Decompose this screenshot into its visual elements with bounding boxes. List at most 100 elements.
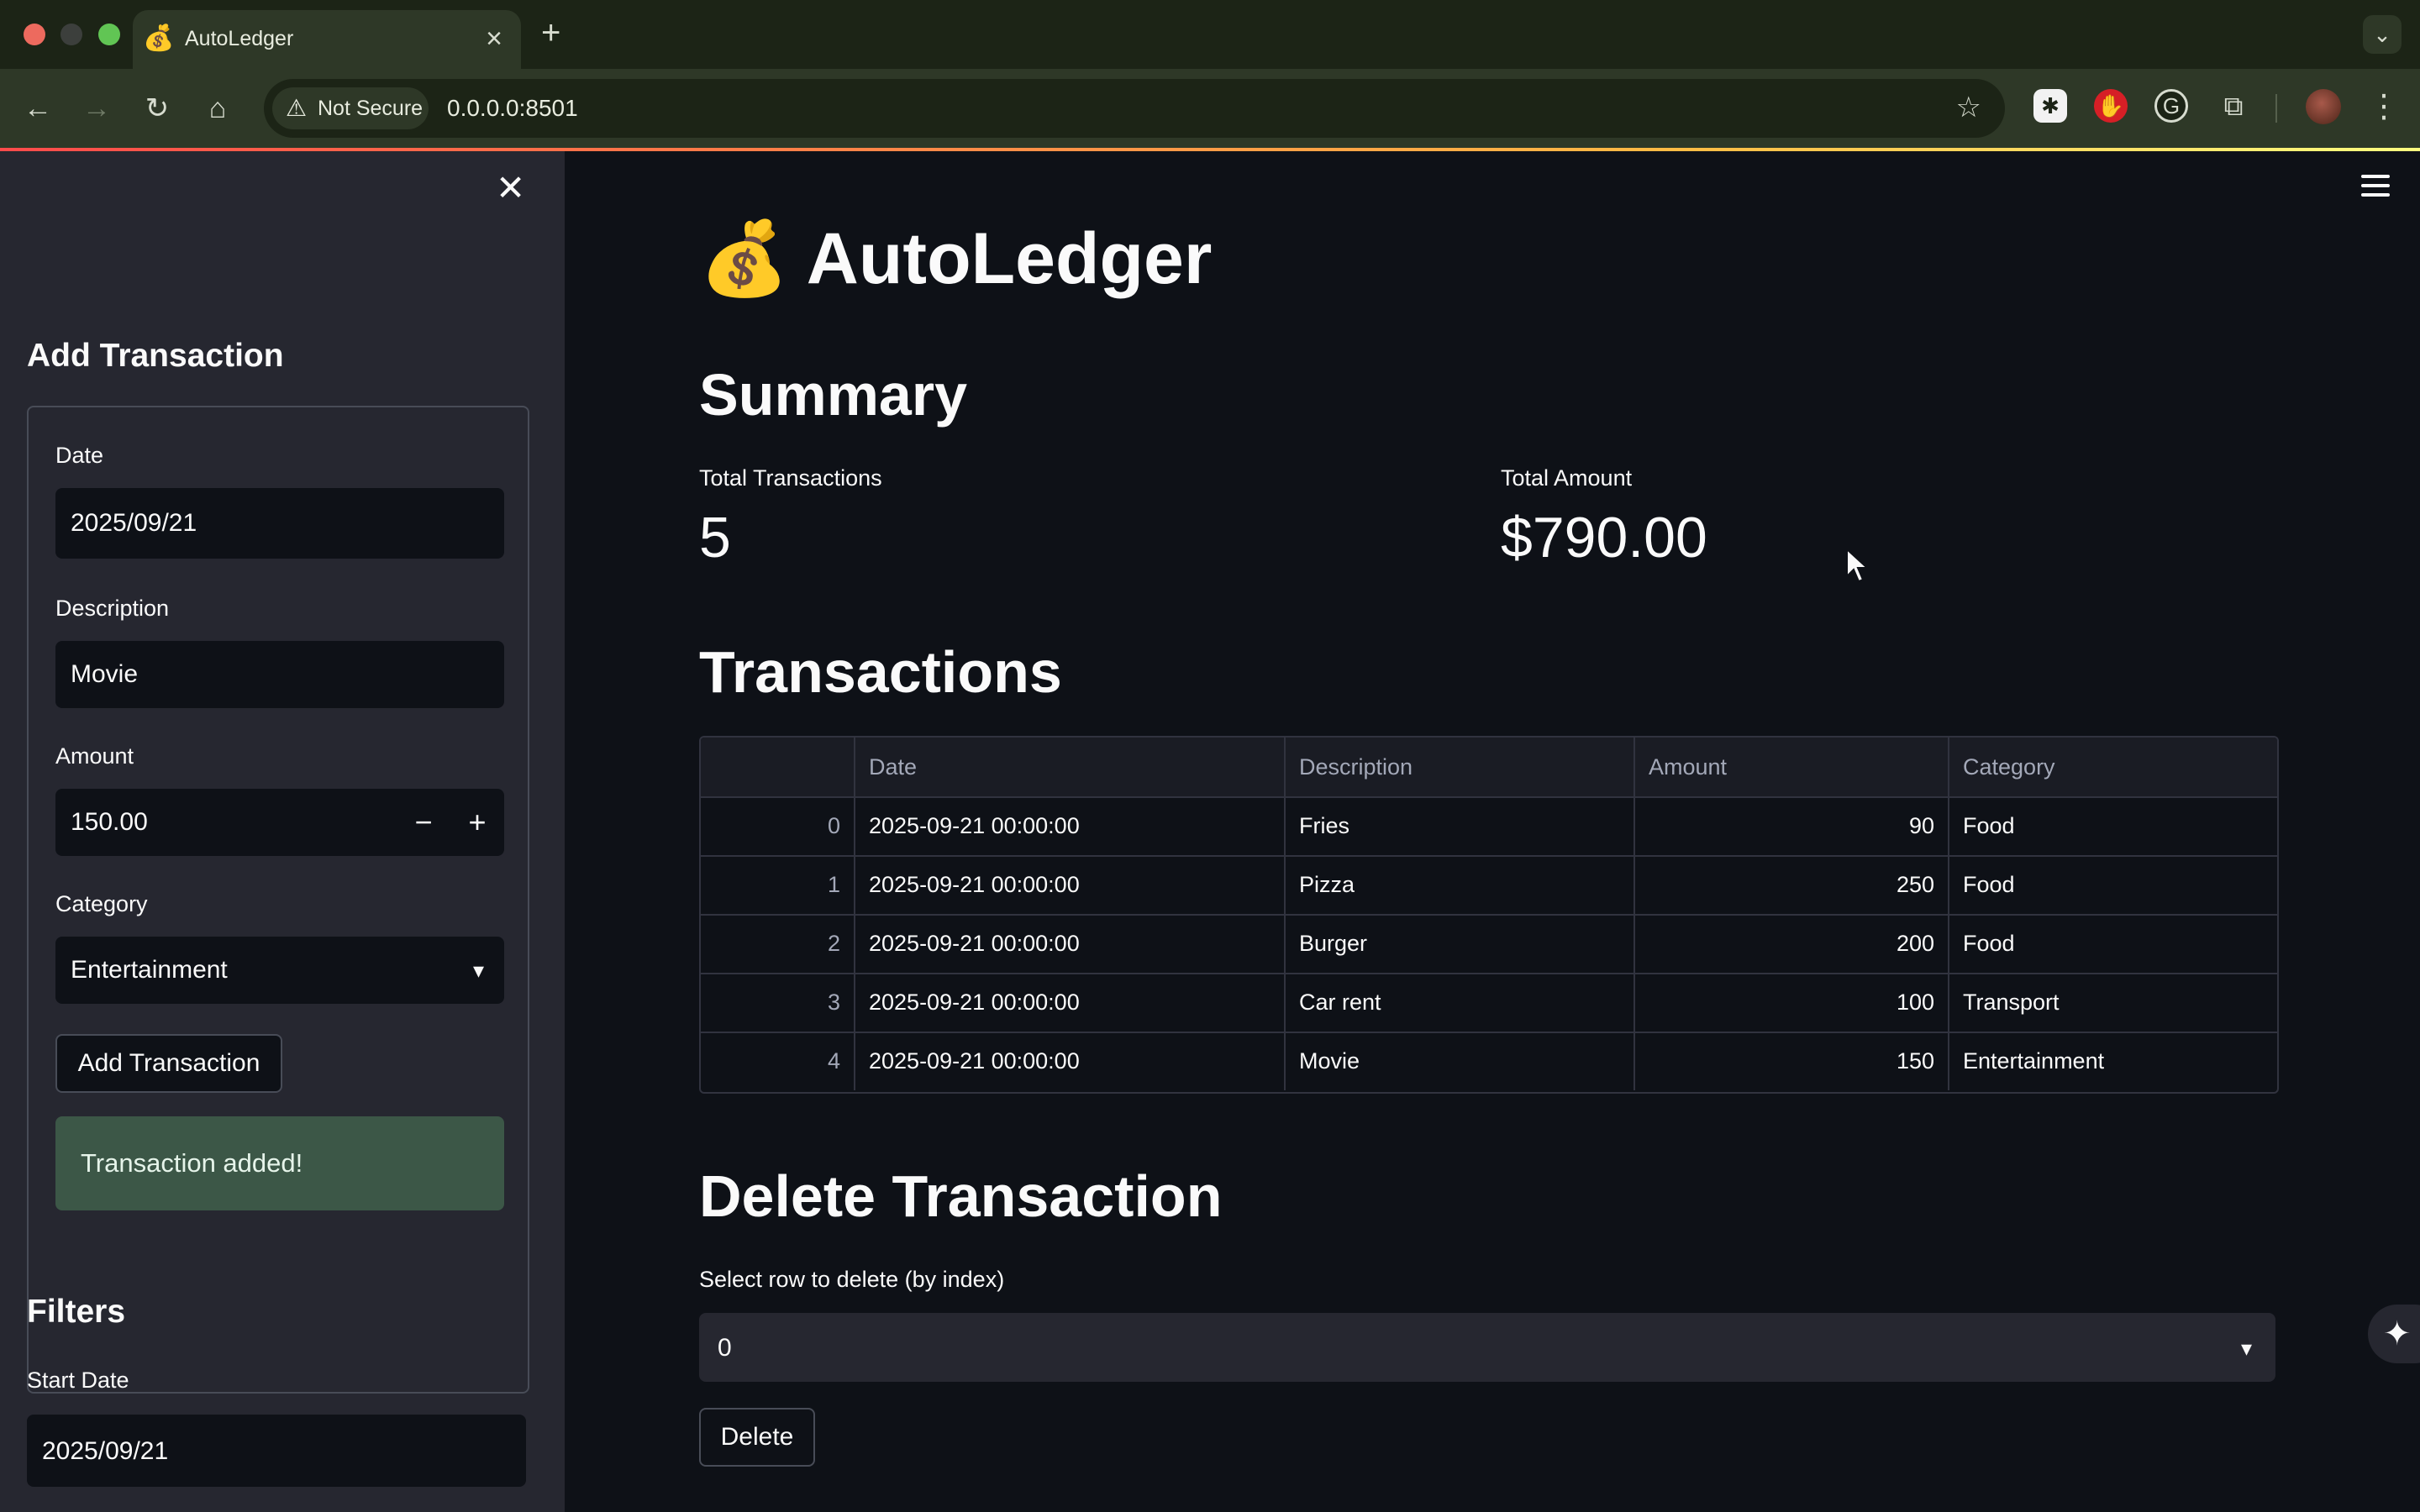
amount-cell[interactable]: 90 [1635,796,1949,855]
description-cell[interactable]: Fries [1286,796,1635,855]
table-row[interactable]: 4 2025-09-21 00:00:00 Movie 150 Entertai… [701,1032,2277,1090]
security-label: Not Secure [318,97,424,120]
start-date-input[interactable]: 2025/09/21 [27,1415,526,1487]
table-row[interactable]: 1 2025-09-21 00:00:00 Pizza 250 Food [701,855,2277,916]
row-index: 2 [701,914,855,973]
toolbar-divider [2275,94,2277,123]
category-cell[interactable]: Food [1949,796,2277,855]
description-cell[interactable]: Car rent [1286,973,1635,1032]
date-input[interactable]: 2025/09/21 [55,488,504,559]
money-bag-icon: 💰 [699,218,790,299]
amount-value: 150.00 [71,808,148,836]
description-cell[interactable]: Burger [1286,914,1635,973]
close-window-button[interactable] [24,24,45,45]
row-index: 0 [701,796,855,855]
amount-cell[interactable]: 150 [1635,1032,1949,1090]
main-menu-icon[interactable] [2361,175,2390,200]
total-transactions-label: Total Transactions [699,465,882,491]
extension-hand-stop-icon[interactable]: ✋ [2094,89,2128,123]
description-value: Movie [71,660,139,688]
address-bar[interactable]: ⚠ Not Secure 0.0.0.0:8501 ☆ [264,79,2005,138]
filters-header: Filters [27,1294,126,1330]
date-cell[interactable]: 2025-09-21 00:00:00 [855,1032,1286,1090]
forward-arrow-icon[interactable]: → [77,89,116,128]
browser-menu-icon[interactable]: ⋮ [2368,87,2400,126]
date-cell[interactable]: 2025-09-21 00:00:00 [855,914,1286,973]
back-arrow-icon[interactable]: ← [18,89,57,128]
close-tab-icon[interactable]: × [486,22,502,55]
app-title-text: AutoLedger [806,218,1213,299]
column-header-index[interactable] [701,738,855,796]
amount-number-input[interactable]: 150.00 − + [55,789,504,856]
new-tab-icon[interactable]: + [541,13,560,52]
amount-cell[interactable]: 200 [1635,914,1949,973]
column-header-date[interactable]: Date [855,738,1286,796]
browser-toolbar: ← → ↻ ⌂ ⚠ Not Secure 0.0.0.0:8501 ☆ ✱ ✋ … [0,69,2420,148]
category-cell[interactable]: Food [1949,855,2277,914]
amount-cell[interactable]: 250 [1635,855,1949,914]
date-value: 2025/09/21 [71,509,197,537]
security-chip[interactable]: ⚠ Not Secure [272,87,429,129]
grammarly-icon[interactable]: G [2154,89,2188,123]
category-cell[interactable]: Entertainment [1949,1032,2277,1090]
extension-puzzle-app-icon[interactable]: ✱ [2033,89,2067,123]
maximize-window-button[interactable] [98,24,120,45]
column-header-category[interactable]: Category [1949,738,2277,796]
table-row[interactable]: 3 2025-09-21 00:00:00 Car rent 100 Trans… [701,973,2277,1033]
category-label: Category [55,891,148,916]
delete-index-select[interactable]: 0 ▾ [699,1313,2275,1382]
money-bag-icon: 💰 [143,24,175,52]
tab-title: AutoLedger [185,27,294,50]
description-cell[interactable]: Pizza [1286,855,1635,914]
delete-select-value: 0 [718,1334,732,1362]
date-cell[interactable]: 2025-09-21 00:00:00 [855,973,1286,1032]
description-input[interactable]: Movie [55,641,504,708]
page-title: 💰 AutoLedger [699,217,1212,301]
dropdown-caret-icon: ▾ [2240,1336,2252,1361]
minimize-window-button[interactable] [60,24,82,45]
sparkle-assistant-icon[interactable]: ✦ [2368,1305,2420,1363]
start-date-value: 2025/09/21 [42,1437,169,1465]
add-transaction-form: Date 2025/09/21 Description Movie Amount… [27,406,529,1394]
extensions-puzzle-icon[interactable]: ⧉ [2217,89,2250,123]
summary-header: Summary [699,362,968,428]
total-amount-value: $790.00 [1501,506,1707,570]
total-amount-label: Total Amount [1501,465,1633,491]
url-text[interactable]: 0.0.0.0:8501 [447,94,578,123]
home-icon[interactable]: ⌂ [198,89,237,128]
browser-tab[interactable]: 💰 AutoLedger × [133,10,521,69]
date-cell[interactable]: 2025-09-21 00:00:00 [855,796,1286,855]
row-index: 3 [701,973,855,1032]
date-cell[interactable]: 2025-09-21 00:00:00 [855,855,1286,914]
delete-select-label: Select row to delete (by index) [699,1267,1005,1292]
transactions-table[interactable]: Date Description Amount Category 0 2025-… [699,736,2279,1094]
column-header-amount[interactable]: Amount [1635,738,1949,796]
mouse-cursor-icon [1846,548,1870,583]
close-sidebar-icon[interactable]: ✕ [496,168,525,208]
table-header-row: Date Description Amount Category [701,738,2277,798]
category-cell[interactable]: Food [1949,914,2277,973]
category-cell[interactable]: Transport [1949,973,2277,1032]
reload-icon[interactable]: ↻ [138,89,176,128]
delete-transaction-header: Delete Transaction [699,1163,1223,1229]
table-row[interactable]: 0 2025-09-21 00:00:00 Fries 90 Food [701,796,2277,857]
success-alert: Transaction added! [55,1116,504,1210]
increment-button[interactable]: + [454,799,501,846]
description-cell[interactable]: Movie [1286,1032,1635,1090]
date-label: Date [55,443,104,468]
delete-button[interactable]: Delete [699,1408,815,1467]
amount-cell[interactable]: 100 [1635,973,1949,1032]
add-transaction-button[interactable]: Add Transaction [55,1034,282,1093]
row-index: 4 [701,1032,855,1090]
category-select[interactable]: Entertainment ▾ [55,937,504,1004]
column-header-description[interactable]: Description [1286,738,1635,796]
bookmark-star-icon[interactable]: ☆ [1956,91,1981,124]
decrement-button[interactable]: − [400,799,447,846]
browser-tabstrip: 💰 AutoLedger × + ⌄ [0,0,2420,69]
total-transactions-value: 5 [699,506,731,570]
description-label: Description [55,596,170,621]
profile-avatar[interactable] [2306,89,2341,124]
table-row[interactable]: 2 2025-09-21 00:00:00 Burger 200 Food [701,914,2277,974]
row-index: 1 [701,855,855,914]
chevron-down-icon[interactable]: ⌄ [2363,15,2402,54]
